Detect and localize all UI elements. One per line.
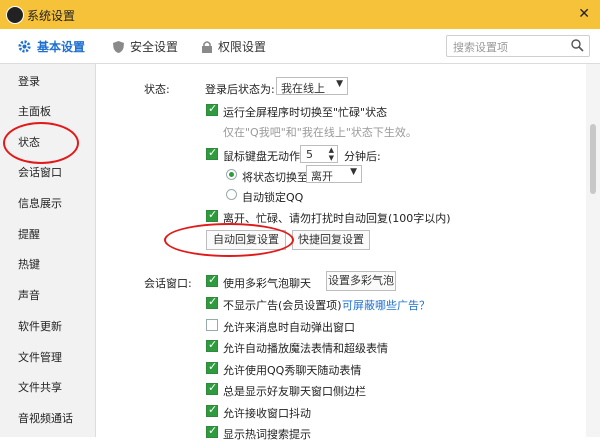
auto-popup-label: 允许来消息时自动弹出窗口 [223,321,355,334]
window-title: 系统设置 [27,9,76,23]
ads-info-link[interactable]: 可屏蔽哪些广告？ [342,297,430,313]
auto-popup-checkbox[interactable] [206,319,218,331]
title-bar: 系统设置 ✕ [0,0,600,29]
switch-status-select[interactable]: 离开 ▼ [306,165,362,183]
sidebar-item-software-update[interactable]: 软件更新 [18,318,62,334]
close-icon[interactable]: ✕ [578,6,590,22]
sidebar-item-hotkey[interactable]: 热键 [18,256,40,272]
no-ads-label: 不显示广告(会员设置项) [223,299,342,312]
search-icon[interactable] [570,38,584,52]
sidebar-item-file-sharing[interactable]: 文件共享 [18,379,62,395]
tab-security-settings-label: 安全设置 [130,40,179,54]
window-shake-label: 允许接收窗口抖动 [223,407,311,420]
idle-suffix-label: 分钟后: [344,150,381,163]
stepper-up-icon[interactable]: ▲ [329,146,334,154]
hot-search-checkbox[interactable] [206,424,218,438]
hot-search-label: 显示热词搜索提示 [223,428,311,441]
sidebar-item-reminder[interactable]: 提醒 [18,226,40,242]
sidebar-item-info-display[interactable]: 信息展示 [18,195,62,211]
qq-logo-icon [6,6,24,24]
lock-qq-radio[interactable] [226,189,237,200]
scrollbar[interactable] [586,64,600,437]
login-status-label: 登录后状态为: [205,83,275,96]
fullscreen-busy-label: 运行全屏程序时切换至"忙碌"状态 [223,106,388,119]
bubble-label: 使用多彩气泡聊天 [223,277,311,290]
tab-permission-settings[interactable]: 权限设置 [201,38,266,55]
shield-icon [113,40,124,53]
lock-qq-label: 自动锁定QQ [242,191,304,204]
switch-status-value: 离开 [311,170,333,183]
settings-toolbar: 基本设置 安全设置 权限设置 搜索设置项 [0,29,600,64]
bubble-checkbox[interactable] [206,273,218,287]
chevron-down-icon: ▼ [336,79,343,89]
settings-sidebar: 登录 主面板 状态 会话窗口 信息展示 提醒 热键 声音 软件更新 文件管理 文… [0,64,96,437]
lock-icon [202,40,212,53]
fullscreen-busy-checkbox[interactable] [206,102,218,116]
tab-security-settings[interactable]: 安全设置 [112,38,178,55]
sidebar-item-av-call[interactable]: 音视频通话 [18,410,73,426]
stepper-down-icon[interactable]: ▼ [329,154,334,162]
quick-reply-settings-button[interactable]: 快捷回复设置 [292,230,370,250]
status-section-label: 状态: [144,83,170,96]
magic-emoji-label: 允许自动播放魔法表情和超级表情 [223,342,388,355]
bubble-settings-button[interactable]: 设置多彩气泡 [326,271,396,291]
login-status-value: 我在线上 [281,82,325,95]
idle-minutes-stepper[interactable]: 5 ▲ ▼ [300,145,338,163]
gear-icon [18,40,31,53]
auto-reply-checkbox[interactable] [206,208,218,222]
qq-show-label: 允许使用QQ秀聊天随动表情 [223,364,362,377]
magic-emoji-checkbox[interactable] [206,338,218,352]
search-placeholder: 搜索设置项 [453,41,508,54]
tab-basic-settings[interactable]: 基本设置 [17,38,85,55]
sidebar-always-label: 总是显示好友聊天窗口侧边栏 [223,385,366,398]
auto-reply-label: 离开、忙碌、请勿打扰时自动回复(100字以内) [223,212,451,225]
sidebar-item-main-panel[interactable]: 主面板 [18,103,51,119]
sidebar-always-checkbox[interactable] [206,381,218,395]
sidebar-item-sound[interactable]: 声音 [18,287,40,303]
settings-content: 状态: 登录后状态为: 我在线上 ▼ 运行全屏程序时切换至"忙碌"状态 仅在"Q… [96,64,586,441]
chat-section-label: 会话窗口: [144,277,192,290]
fullscreen-busy-hint: 仅在"Q我吧"和"我在线上"状态下生效。 [223,126,417,139]
sidebar-item-chat-window[interactable]: 会话窗口 [18,164,62,180]
tab-basic-settings-label: 基本设置 [37,40,86,54]
no-ads-checkbox[interactable] [206,295,218,309]
red-annotation-circle [164,223,294,257]
switch-status-label: 将状态切换至 [242,171,308,184]
window-shake-checkbox[interactable] [206,403,218,417]
idle-minutes-value: 5 [306,148,313,161]
qq-show-checkbox[interactable] [206,360,218,374]
chevron-down-icon: ▼ [350,167,357,177]
sidebar-item-file-management[interactable]: 文件管理 [18,349,62,365]
idle-label: 鼠标键盘无动作 [223,150,300,163]
switch-status-radio[interactable] [226,169,237,180]
red-annotation-circle [3,122,79,164]
tab-permission-settings-label: 权限设置 [218,40,267,54]
idle-checkbox[interactable] [206,146,218,160]
login-status-select[interactable]: 我在线上 ▼ [276,77,348,95]
sidebar-item-login[interactable]: 登录 [18,73,40,89]
search-input[interactable]: 搜索设置项 [446,35,590,57]
scrollbar-thumb[interactable] [590,124,596,194]
